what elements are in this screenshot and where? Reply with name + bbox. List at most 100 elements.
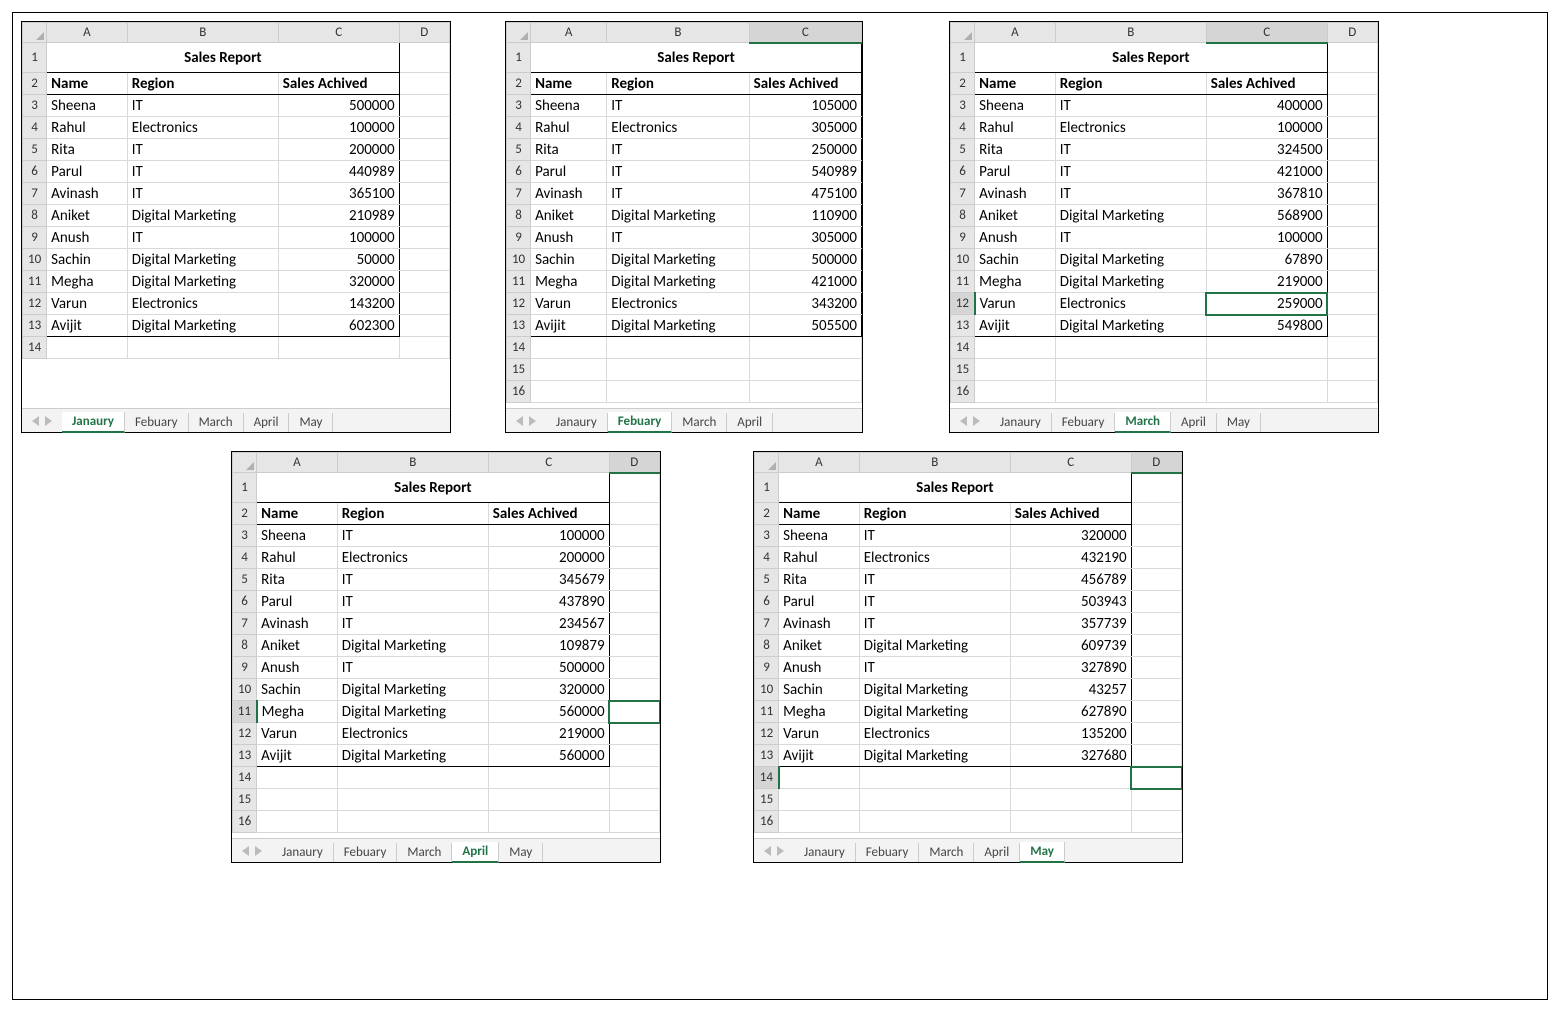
row-header[interactable]: 14 — [951, 337, 975, 359]
cell-D8[interactable] — [609, 635, 659, 657]
cell-D12[interactable] — [609, 723, 659, 745]
cell-A16[interactable] — [975, 381, 1056, 403]
sheet-tab-febuary[interactable]: Febuary — [608, 412, 673, 433]
cell-B16[interactable] — [1055, 381, 1206, 403]
row-header[interactable]: 11 — [755, 701, 779, 723]
cell-sales[interactable]: 500000 — [488, 657, 609, 679]
row-header[interactable]: 4 — [507, 117, 531, 139]
cell-name[interactable]: Avinash — [531, 183, 607, 205]
report-title-cell[interactable]: Sales Report — [975, 43, 1327, 73]
cell-name[interactable]: Avinash — [975, 183, 1056, 205]
cell-sales[interactable]: 250000 — [749, 139, 861, 161]
row-header[interactable]: 14 — [507, 337, 531, 359]
cell-region[interactable]: Digital Marketing — [1055, 315, 1206, 337]
cell-B16[interactable] — [337, 811, 488, 833]
row-header[interactable]: 2 — [23, 73, 47, 95]
cell-region[interactable]: Electronics — [127, 117, 278, 139]
sheet-tab-may[interactable]: May — [1020, 842, 1065, 863]
cell-name[interactable]: Sheena — [779, 525, 860, 547]
sheet-tab-febuary[interactable]: Febuary — [856, 843, 920, 862]
cell-name[interactable]: Sachin — [975, 249, 1056, 271]
column-header-B[interactable]: B — [337, 453, 488, 473]
cell-sales[interactable]: 110900 — [749, 205, 861, 227]
row-header[interactable]: 8 — [23, 205, 47, 227]
row-header[interactable]: 11 — [507, 271, 531, 293]
cell-sales[interactable]: 327680 — [1010, 745, 1131, 767]
cell-name[interactable]: Avinash — [47, 183, 128, 205]
column-header-D[interactable]: D — [1327, 23, 1377, 43]
cell-region[interactable]: Digital Marketing — [859, 635, 1010, 657]
cell-D11[interactable] — [399, 271, 449, 293]
tab-nav-next-icon[interactable] — [973, 416, 980, 426]
cell-D5[interactable] — [1131, 569, 1181, 591]
cell-D15[interactable] — [1131, 789, 1181, 811]
cell-region[interactable]: Digital Marketing — [607, 315, 749, 337]
row-header[interactable]: 5 — [507, 139, 531, 161]
cell-sales[interactable]: 503943 — [1010, 591, 1131, 613]
cell-name[interactable]: Sachin — [257, 679, 338, 701]
cell-D4[interactable] — [1131, 547, 1181, 569]
cell-sales[interactable]: 357739 — [1010, 613, 1131, 635]
sheet-tab-march[interactable]: March — [189, 413, 244, 432]
sheet-tab-febuary[interactable]: Febuary — [125, 413, 189, 432]
cell-A15[interactable] — [531, 359, 607, 381]
row-header[interactable]: 7 — [233, 613, 257, 635]
row-header[interactable]: 4 — [233, 547, 257, 569]
row-header[interactable]: 3 — [507, 95, 531, 117]
cell-sales[interactable]: 568900 — [1206, 205, 1327, 227]
cell-B14[interactable] — [1055, 337, 1206, 359]
cell-D1[interactable] — [609, 473, 659, 503]
row-header[interactable]: 10 — [233, 679, 257, 701]
row-header[interactable]: 6 — [755, 591, 779, 613]
sheet-tab-march[interactable]: March — [1115, 412, 1171, 433]
cell-sales[interactable]: 109879 — [488, 635, 609, 657]
cell-sales[interactable]: 367810 — [1206, 183, 1327, 205]
cell-name[interactable]: Anush — [47, 227, 128, 249]
cell-sales[interactable]: 400000 — [1206, 95, 1327, 117]
cell-name[interactable]: Parul — [47, 161, 128, 183]
row-header[interactable]: 12 — [507, 293, 531, 315]
row-header[interactable]: 7 — [23, 183, 47, 205]
cell-B15[interactable] — [607, 359, 749, 381]
row-header[interactable]: 9 — [755, 657, 779, 679]
cell-D10[interactable] — [1327, 249, 1377, 271]
cell-D9[interactable] — [399, 227, 449, 249]
row-header[interactable]: 9 — [233, 657, 257, 679]
row-header[interactable]: 8 — [233, 635, 257, 657]
cell-region[interactable]: Electronics — [127, 293, 278, 315]
cell-sales[interactable]: 432190 — [1010, 547, 1131, 569]
sheet-tab-may[interactable]: May — [499, 843, 543, 862]
row-header[interactable]: 10 — [507, 249, 531, 271]
cell-D10[interactable] — [609, 679, 659, 701]
cell-D7[interactable] — [609, 613, 659, 635]
sheet-tab-may[interactable]: May — [1217, 413, 1261, 432]
cell-D13[interactable] — [1131, 745, 1181, 767]
cell-D2[interactable] — [609, 503, 659, 525]
column-header-D[interactable]: D — [609, 453, 659, 473]
cell-name[interactable]: Varun — [47, 293, 128, 315]
cell-D14[interactable] — [609, 767, 659, 789]
column-header-D[interactable]: D — [399, 23, 449, 43]
cell-D7[interactable] — [1131, 613, 1181, 635]
cell-sales[interactable]: 324500 — [1206, 139, 1327, 161]
cell-sales[interactable]: 100000 — [278, 117, 399, 139]
cell-name[interactable]: Sheena — [531, 95, 607, 117]
sheet-tab-march[interactable]: March — [919, 843, 974, 862]
cell-D8[interactable] — [1327, 205, 1377, 227]
header-name[interactable]: Name — [257, 503, 338, 525]
tab-nav-next-icon[interactable] — [255, 846, 262, 856]
sheet-tab-febuary[interactable]: Febuary — [334, 843, 398, 862]
cell-region[interactable]: IT — [1055, 227, 1206, 249]
row-header[interactable]: 14 — [755, 767, 779, 789]
cell-A15[interactable] — [975, 359, 1056, 381]
cell-sales[interactable]: 200000 — [278, 139, 399, 161]
row-header[interactable]: 12 — [755, 723, 779, 745]
cell-C16[interactable] — [488, 811, 609, 833]
cell-region[interactable]: IT — [607, 161, 749, 183]
cell-sales[interactable]: 135200 — [1010, 723, 1131, 745]
sheet-tab-janaury[interactable]: Janaury — [62, 412, 125, 433]
cell-region[interactable]: Electronics — [607, 117, 749, 139]
cell-sales[interactable]: 505500 — [749, 315, 861, 337]
cell-sales[interactable]: 560000 — [488, 701, 609, 723]
cell-C16[interactable] — [749, 381, 861, 403]
